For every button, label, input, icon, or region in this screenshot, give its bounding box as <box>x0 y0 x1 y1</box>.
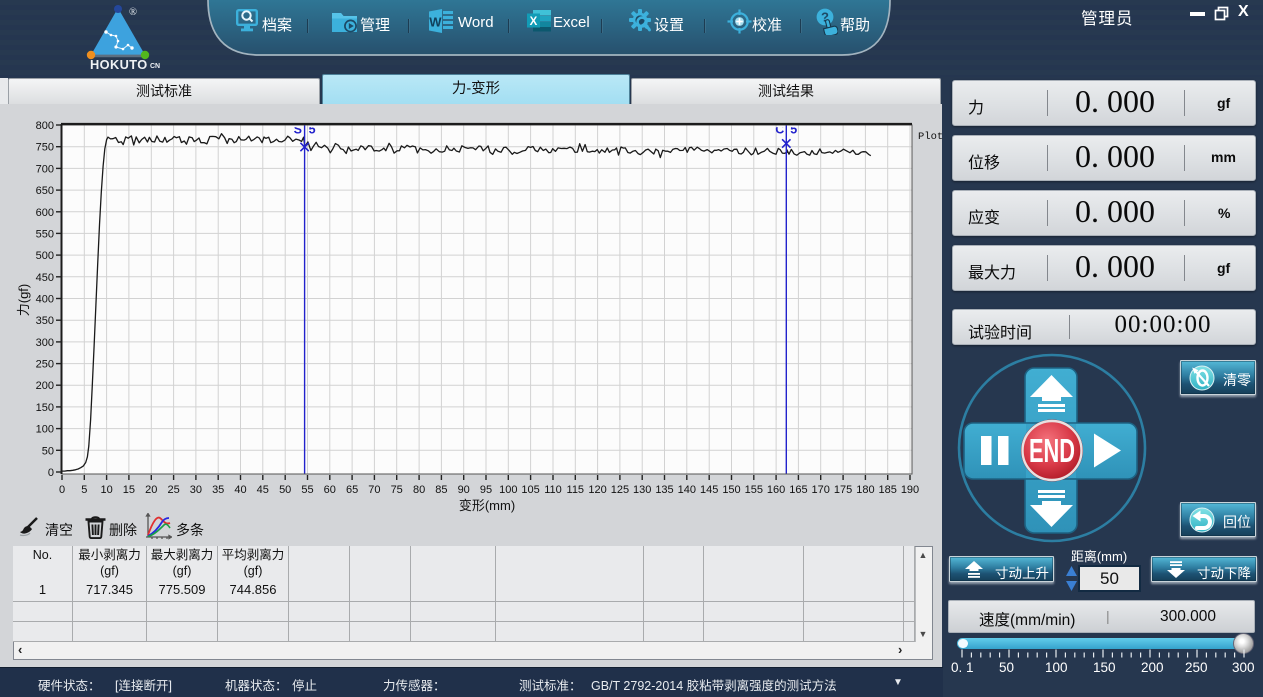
svg-text:X: X <box>530 16 538 28</box>
svg-text:变形(mm): 变形(mm) <box>459 498 515 513</box>
svg-text:END: END <box>1029 432 1075 469</box>
svg-text:5: 5 <box>81 484 87 496</box>
svg-text:W: W <box>429 15 442 30</box>
svg-text:250: 250 <box>36 359 54 371</box>
svg-text:190: 190 <box>901 484 919 496</box>
svg-text:170: 170 <box>812 484 830 496</box>
svg-text:650: 650 <box>36 185 54 197</box>
svg-text:90: 90 <box>458 484 470 496</box>
svg-text:10: 10 <box>100 484 112 496</box>
svg-text:180: 180 <box>856 484 874 496</box>
svg-text:0: 0 <box>48 467 54 479</box>
svg-text:35: 35 <box>212 484 224 496</box>
svg-text:175: 175 <box>834 484 852 496</box>
svg-text:500: 500 <box>36 250 54 262</box>
svg-text:110: 110 <box>544 484 562 496</box>
svg-text:140: 140 <box>678 484 696 496</box>
svg-text:120: 120 <box>588 484 606 496</box>
svg-text:700: 700 <box>36 163 54 175</box>
svg-text:125: 125 <box>611 484 629 496</box>
svg-text:160: 160 <box>767 484 785 496</box>
svg-text:45: 45 <box>257 484 269 496</box>
svg-text:25: 25 <box>167 484 179 496</box>
svg-text:80: 80 <box>413 484 425 496</box>
svg-text:70: 70 <box>368 484 380 496</box>
svg-text:30: 30 <box>190 484 202 496</box>
svg-text:50: 50 <box>42 445 54 457</box>
svg-text:450: 450 <box>36 272 54 284</box>
svg-text:300: 300 <box>36 337 54 349</box>
svg-text:130: 130 <box>633 484 651 496</box>
svg-text:0: 0 <box>59 484 65 496</box>
svg-text:135: 135 <box>655 484 673 496</box>
svg-text:600: 600 <box>36 207 54 219</box>
svg-text:550: 550 <box>36 228 54 240</box>
svg-text:150: 150 <box>722 484 740 496</box>
svg-text:60: 60 <box>324 484 336 496</box>
svg-text:CN: CN <box>150 63 160 70</box>
svg-text:40: 40 <box>234 484 246 496</box>
svg-text:力(gf): 力(gf) <box>16 284 31 317</box>
svg-text:185: 185 <box>879 484 897 496</box>
svg-text:200: 200 <box>36 380 54 392</box>
svg-text:®: ® <box>129 7 137 18</box>
svg-text:15: 15 <box>123 484 135 496</box>
svg-text:105: 105 <box>521 484 539 496</box>
svg-text:350: 350 <box>36 315 54 327</box>
svg-text:Plot: Plot <box>918 131 943 143</box>
svg-text:20: 20 <box>145 484 157 496</box>
svg-text:150: 150 <box>36 402 54 414</box>
svg-text:55: 55 <box>301 484 313 496</box>
svg-text:400: 400 <box>36 294 54 306</box>
svg-text:800: 800 <box>36 120 54 132</box>
svg-text:145: 145 <box>700 484 718 496</box>
svg-text:65: 65 <box>346 484 358 496</box>
svg-text:75: 75 <box>391 484 403 496</box>
svg-text:HOKUTO: HOKUTO <box>90 57 148 72</box>
svg-text:115: 115 <box>567 484 585 496</box>
svg-text:100: 100 <box>499 484 517 496</box>
svg-text:155: 155 <box>745 484 763 496</box>
svg-text:95: 95 <box>480 484 492 496</box>
svg-text:750: 750 <box>36 142 54 154</box>
svg-text:85: 85 <box>435 484 447 496</box>
svg-text:165: 165 <box>789 484 807 496</box>
svg-text:100: 100 <box>36 424 54 436</box>
svg-text:50: 50 <box>279 484 291 496</box>
